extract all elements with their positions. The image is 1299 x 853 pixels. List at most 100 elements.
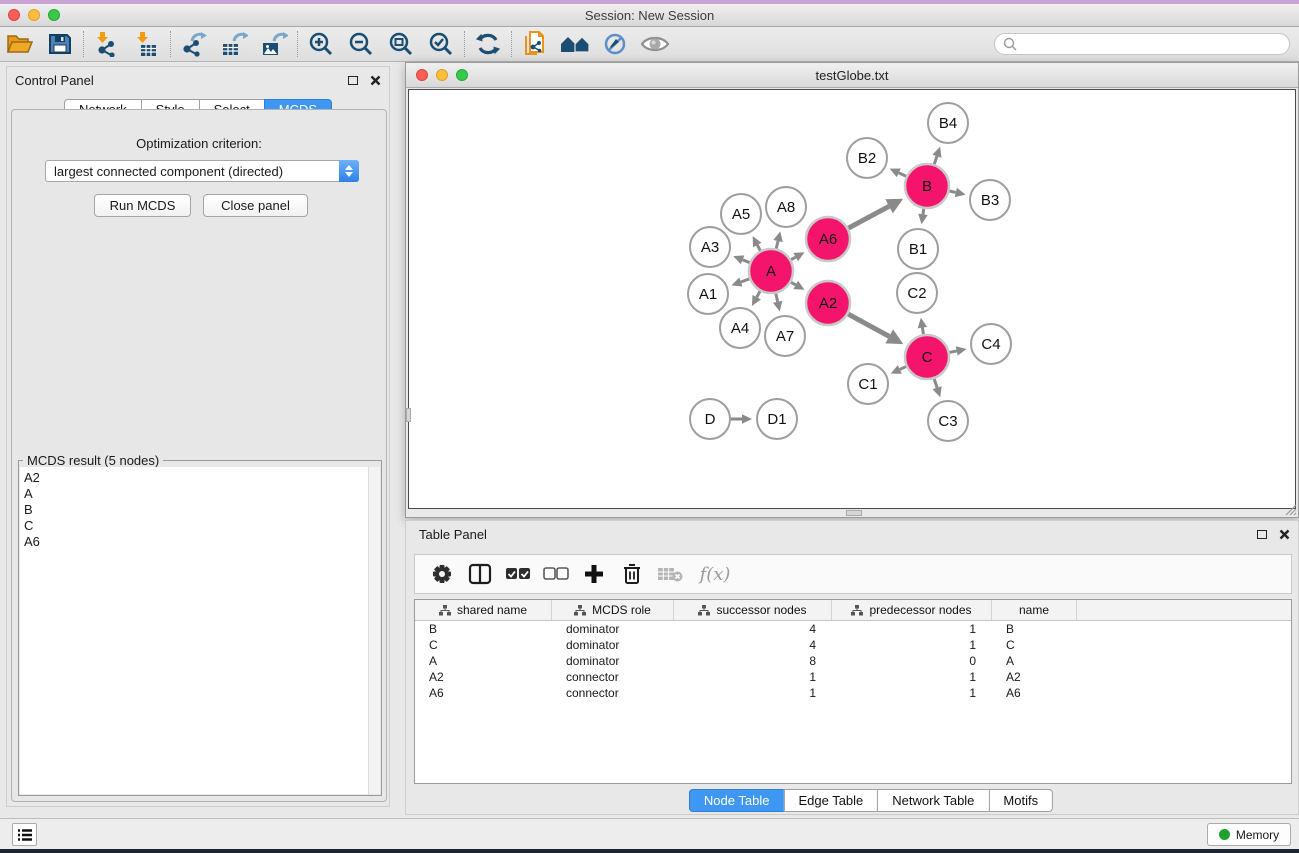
- table-settings-button[interactable]: [427, 559, 457, 589]
- delete-table-button[interactable]: [655, 559, 685, 589]
- add-row-button[interactable]: [579, 559, 609, 589]
- table-row[interactable]: Bdominator41B: [415, 621, 1291, 637]
- table-cell[interactable]: 1: [832, 669, 992, 685]
- table-cell[interactable]: A6: [992, 685, 1077, 701]
- export-image-button[interactable]: [254, 29, 294, 59]
- graph-edge-A-A6[interactable]: [791, 257, 796, 260]
- table-cell[interactable]: connector: [552, 685, 674, 701]
- graph-edge-B-B4[interactable]: [934, 156, 937, 164]
- table-cell[interactable]: B: [992, 621, 1077, 637]
- criterion-dropdown[interactable]: largest connected component (directed): [45, 160, 359, 182]
- graph-edge-C-C1[interactable]: [900, 367, 906, 370]
- export-table-button[interactable]: [214, 29, 254, 59]
- column-header-shared-name[interactable]: shared name: [415, 600, 552, 620]
- table-cell[interactable]: 8: [674, 653, 832, 669]
- table-row[interactable]: A2connector11A2: [415, 669, 1291, 685]
- table-cell[interactable]: 1: [832, 637, 992, 653]
- table-row[interactable]: Cdominator41C: [415, 637, 1291, 653]
- save-session-button[interactable]: [40, 29, 80, 59]
- column-header-successor-nodes[interactable]: successor nodes: [674, 600, 832, 620]
- graph-edge-C-C3[interactable]: [934, 379, 937, 388]
- graph-edge-C-C4[interactable]: [950, 351, 957, 352]
- select-all-columns-button[interactable]: [503, 559, 533, 589]
- search-box[interactable]: [994, 33, 1290, 55]
- column-header-predecessor-nodes[interactable]: predecessor nodes: [832, 600, 992, 620]
- table-cell[interactable]: 4: [674, 637, 832, 653]
- graph-edge-A-A1[interactable]: [741, 279, 750, 282]
- tab-motifs[interactable]: Motifs: [988, 789, 1053, 812]
- graph-edge-A-A3[interactable]: [743, 260, 750, 263]
- column-header-mcds-role[interactable]: MCDS role: [552, 600, 674, 620]
- table-cell[interactable]: A: [415, 653, 552, 669]
- refresh-button[interactable]: [468, 29, 508, 59]
- run-mcds-button[interactable]: Run MCDS: [94, 194, 191, 217]
- show-graphics-details-button[interactable]: [635, 29, 675, 59]
- tab-node-table[interactable]: Node Table: [689, 789, 784, 812]
- close-panel-button[interactable]: Close panel: [203, 194, 308, 217]
- graph-edge-A-A7[interactable]: [776, 293, 778, 301]
- graph-edge-B-B1[interactable]: [923, 209, 924, 215]
- table-cell[interactable]: A: [992, 653, 1077, 669]
- result-scrollbar[interactable]: [368, 467, 380, 794]
- result-item[interactable]: A: [24, 486, 368, 502]
- table-cell[interactable]: B: [415, 621, 552, 637]
- graph-edge-B-B2[interactable]: [899, 173, 906, 176]
- table-row[interactable]: A6connector11A6: [415, 685, 1291, 701]
- graph-edge-A-A2[interactable]: [791, 282, 796, 285]
- graph-edge-A-A8[interactable]: [776, 241, 778, 249]
- network-close-button[interactable]: [416, 69, 428, 81]
- open-session-button[interactable]: [0, 29, 40, 59]
- table-cell[interactable]: 1: [832, 621, 992, 637]
- function-builder-button[interactable]: f(x): [693, 559, 737, 589]
- table-cell[interactable]: A2: [992, 669, 1077, 685]
- close-table-panel-icon[interactable]: [1279, 529, 1290, 540]
- horizontal-scrollbar[interactable]: [408, 510, 1296, 516]
- network-zoom-button[interactable]: [456, 69, 468, 81]
- table-cell[interactable]: 4: [674, 621, 832, 637]
- copy-network-button[interactable]: [515, 29, 555, 59]
- deselect-all-columns-button[interactable]: [541, 559, 571, 589]
- zoom-in-button[interactable]: [301, 29, 341, 59]
- import-network-button[interactable]: [87, 29, 127, 59]
- show-columns-button[interactable]: [465, 559, 495, 589]
- table-cell[interactable]: A6: [415, 685, 552, 701]
- close-panel-icon[interactable]: [370, 75, 381, 86]
- float-panel-icon[interactable]: [348, 76, 358, 85]
- table-cell[interactable]: C: [415, 637, 552, 653]
- network-minimize-button[interactable]: [436, 69, 448, 81]
- table-cell[interactable]: 1: [674, 685, 832, 701]
- delete-row-button[interactable]: [617, 559, 647, 589]
- table-cell[interactable]: dominator: [552, 653, 674, 669]
- houses-button[interactable]: [555, 29, 595, 59]
- mcds-result-list[interactable]: A2ABCA6: [20, 467, 368, 794]
- table-cell[interactable]: dominator: [552, 621, 674, 637]
- table-row[interactable]: Adominator80A: [415, 653, 1291, 669]
- network-canvas[interactable]: AA1A2A3A4A5A6A7A8BB1B2B3B4CC1C2C3C4DD1: [408, 89, 1296, 509]
- result-item[interactable]: C: [24, 518, 368, 534]
- table-cell[interactable]: 1: [674, 669, 832, 685]
- graph-edge-A2-C[interactable]: [848, 314, 889, 336]
- search-input[interactable]: [1022, 37, 1289, 51]
- zoom-out-button[interactable]: [341, 29, 381, 59]
- export-network-button[interactable]: [174, 29, 214, 59]
- graph-edge-A-A4[interactable]: [757, 291, 760, 297]
- resize-handle-icon[interactable]: [1284, 503, 1297, 516]
- graph-edge-A-A5[interactable]: [757, 245, 760, 251]
- memory-button[interactable]: Memory: [1207, 823, 1291, 846]
- table-cell[interactable]: 0: [832, 653, 992, 669]
- tab-edge-table[interactable]: Edge Table: [783, 789, 877, 812]
- horizontal-scrollbar-thumb[interactable]: [846, 510, 862, 516]
- float-table-panel-icon[interactable]: [1257, 530, 1267, 539]
- table-cell[interactable]: C: [992, 637, 1077, 653]
- table-cell[interactable]: A2: [415, 669, 552, 685]
- result-item[interactable]: A2: [24, 470, 368, 486]
- table-cell[interactable]: dominator: [552, 637, 674, 653]
- hide-labels-button[interactable]: [595, 29, 635, 59]
- zoom-selected-button[interactable]: [421, 29, 461, 59]
- graph-edge-C-C2[interactable]: [922, 328, 923, 335]
- result-item[interactable]: B: [24, 502, 368, 518]
- graph-edge-B-B3[interactable]: [949, 191, 955, 192]
- table-cell[interactable]: connector: [552, 669, 674, 685]
- table-cell[interactable]: 1: [832, 685, 992, 701]
- graph-edge-A6-B[interactable]: [848, 206, 889, 228]
